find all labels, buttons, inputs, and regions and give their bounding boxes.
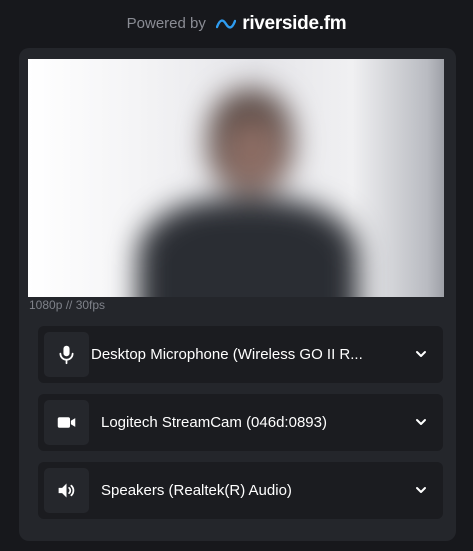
riverside-logo-text: riverside.fm [242,13,347,35]
speaker-label: Speakers (Realtek(R) Audio) [101,482,292,499]
camera-label: Logitech StreamCam (046d:0893) [101,414,327,431]
microphone-icon-box [44,332,89,377]
powered-by-banner[interactable]: Powered by riverside.fm [0,10,473,38]
chevron-down-icon [416,351,426,357]
video-quality-label: 1080p // 30fps [29,298,106,312]
speaker-icon-box [44,468,89,513]
settings-card: 1080p // 30fps Desktop Microphone (Wirel… [19,48,456,541]
device-setup-frame: Powered by riverside.fm 1080p // 30fps D… [0,0,473,551]
person-body [138,199,358,297]
microphone-label: Desktop Microphone (Wireless GO II R... [91,346,363,363]
chevron-down-icon [416,419,426,425]
riverside-wave-icon [216,19,237,29]
camera-icon-box [44,400,89,445]
person-face [223,119,283,189]
camera-preview [28,59,444,297]
microphone-select[interactable]: Desktop Microphone (Wireless GO II R... [38,326,443,383]
speaker-icon [58,483,75,498]
speaker-select[interactable]: Speakers (Realtek(R) Audio) [38,462,443,519]
camera-select[interactable]: Logitech StreamCam (046d:0893) [38,394,443,451]
powered-by-text: Powered by [126,15,206,33]
camera-icon [57,417,76,428]
blurred-person [138,79,358,297]
chevron-down-icon [416,487,426,493]
microphone-icon [59,345,74,365]
